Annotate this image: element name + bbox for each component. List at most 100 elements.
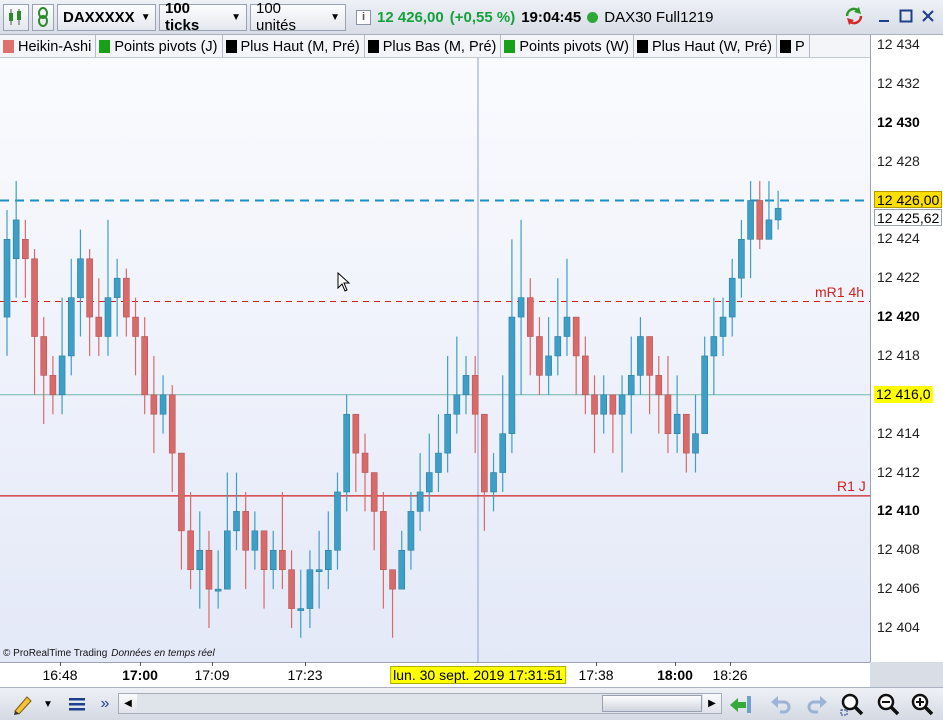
candle-body <box>380 511 387 570</box>
indicator-color-icon <box>99 40 111 53</box>
candle-body <box>526 297 534 337</box>
candle-body <box>536 336 543 376</box>
candle-body <box>361 452 369 473</box>
price-axis[interactable]: 12 426,00 12 425,62 12 416,0 12 434 12 43… <box>870 35 943 662</box>
scroll-left-icon[interactable]: ◀ <box>119 694 137 713</box>
price-tick-label: 12 410 <box>877 502 920 519</box>
indicator-tab[interactable]: Plus Haut (W, Pré) <box>634 35 778 57</box>
time-axis[interactable]: lun. 30 sept. 2019 17:31:51 16:48 17:00 17… <box>0 662 870 687</box>
candle-body <box>132 316 139 337</box>
info-icon[interactable]: i <box>356 9 371 25</box>
price-info: i 12 426,00 (+0,55 %) 19:04:45 DAX30 Ful… <box>356 9 713 26</box>
indicator-tab[interactable]: P <box>777 35 810 57</box>
candle-body <box>334 491 341 551</box>
zoom-out-icon[interactable] <box>875 691 901 717</box>
zoom-in-icon[interactable] <box>909 691 935 717</box>
maximize-icon[interactable] <box>896 5 916 27</box>
candle-body <box>113 277 121 298</box>
candle-body <box>453 394 461 415</box>
time-scrollbar[interactable]: ◀ ▶ <box>118 693 722 714</box>
scroll-thumb[interactable] <box>602 695 702 712</box>
indicator-label: Heikin-Ashi <box>18 38 92 55</box>
time-tick-label: 16:48 <box>42 667 78 683</box>
indicator-tab[interactable]: Plus Bas (M, Pré) <box>365 35 502 57</box>
time-tick-mark <box>305 662 306 666</box>
candle-body <box>407 511 415 551</box>
candle-body <box>765 219 773 240</box>
expand-icon[interactable]: » <box>92 691 118 717</box>
price-tick-label: 12 422 <box>877 269 920 286</box>
price-tick-label: 12 418 <box>877 346 920 363</box>
candle-body <box>352 413 360 454</box>
candle-body <box>150 394 158 415</box>
time-tick-mark <box>140 662 141 666</box>
candle-body <box>517 297 525 318</box>
indicator-tab[interactable]: Heikin-Ashi <box>0 35 97 57</box>
price-tick-label: 12 424 <box>877 230 920 247</box>
price-tick-label: 12 434 <box>877 36 920 52</box>
price-chart[interactable]: mR1 4h R1 J © ProRealTime Trading Données… <box>0 58 870 662</box>
scroll-right-icon[interactable]: ▶ <box>703 694 721 713</box>
indicator-tab[interactable]: Points pivots (W) <box>501 35 634 57</box>
candle-body <box>224 530 231 590</box>
candle-body <box>655 375 663 396</box>
candle-body <box>425 472 433 493</box>
candle-body <box>297 608 305 611</box>
candle-body <box>591 394 598 415</box>
candle-body <box>572 316 580 357</box>
time-tick-label: 18:00 <box>657 667 693 683</box>
close-icon[interactable] <box>918 5 938 27</box>
candle-body <box>95 316 103 337</box>
candle-body <box>756 200 764 240</box>
indicator-tab[interactable]: Points pivots (J) <box>96 35 223 57</box>
candle-body <box>58 355 66 396</box>
interval-label: 100 ticks <box>165 0 200 34</box>
candle-body <box>86 258 93 318</box>
candle-body <box>490 472 497 493</box>
candle-body <box>196 549 204 570</box>
candle-body <box>701 355 708 434</box>
redo-icon[interactable] <box>804 691 830 717</box>
candle-body <box>343 413 350 493</box>
refresh-icon[interactable] <box>843 5 863 27</box>
indicator-label: P <box>795 38 805 55</box>
chart-canvas[interactable] <box>0 58 870 662</box>
chart-type-icon[interactable] <box>3 3 29 31</box>
symbol-selector[interactable]: DAXXXXX ▼ <box>57 3 156 31</box>
candle-body <box>315 569 323 573</box>
price-tick-label: 12 412 <box>877 463 920 480</box>
candle-body <box>462 375 470 396</box>
r1-level-label: R1 J <box>837 477 866 494</box>
chevron-down-icon[interactable]: ▼ <box>40 691 56 717</box>
market-status-icon <box>587 11 599 23</box>
draw-pencil-icon[interactable] <box>10 691 36 717</box>
instrument-name: DAX30 Full1219 <box>604 8 714 26</box>
minimize-icon[interactable] <box>874 5 894 27</box>
indicator-color-icon <box>225 40 237 53</box>
candle-body <box>664 394 672 434</box>
indicator-tab[interactable]: Plus Haut (M, Pré) <box>223 35 365 57</box>
undo-icon[interactable] <box>768 691 794 717</box>
last-price: 12 426,00 <box>377 8 444 26</box>
candle-body <box>260 530 268 571</box>
link-icon[interactable] <box>32 3 54 31</box>
candle-body <box>288 569 295 609</box>
hline-price-label: 12 416,0 <box>874 385 933 403</box>
candle-body <box>719 316 727 337</box>
indicator-label: Plus Haut (W, Pré) <box>651 38 773 55</box>
candle-body <box>77 258 84 298</box>
candle-body <box>12 219 20 260</box>
time-tick-label: 17:00 <box>122 667 158 683</box>
indicator-label: Points pivots (W) <box>519 38 629 55</box>
zoom-area-icon[interactable] <box>839 691 865 717</box>
candle-body <box>692 433 699 454</box>
candle-body <box>435 452 442 473</box>
units-selector[interactable]: 100 unités ▼ <box>250 0 346 34</box>
go-to-end-icon[interactable] <box>728 691 754 717</box>
realtime-text: Données en temps réel <box>111 648 215 659</box>
candle-body <box>279 549 286 570</box>
interval-selector[interactable]: 100 ticks ▼ <box>159 0 247 34</box>
menu-icon[interactable] <box>64 691 90 717</box>
price-tick-label: 12 406 <box>877 580 920 597</box>
candle-body <box>728 277 736 318</box>
